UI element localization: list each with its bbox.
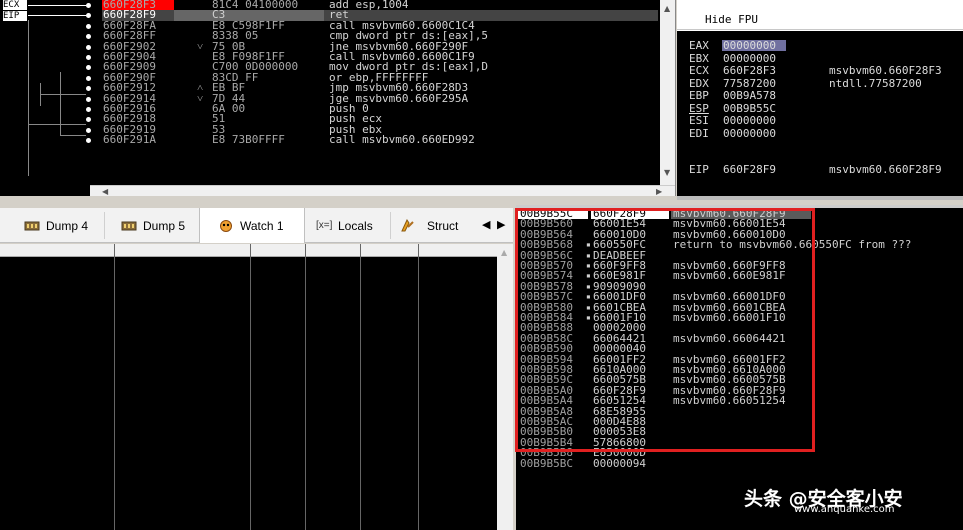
instruction-address: 660F291A [103, 133, 156, 147]
tab-dump-5[interactable]: Dump 5 [105, 208, 199, 243]
register-row[interactable]: EAX 00000000 [677, 40, 963, 52]
stack-row[interactable]: 00B9B5BC 00000094 [516, 456, 963, 470]
tab-label: Watch 1 [240, 219, 284, 233]
column-divider [114, 244, 115, 530]
registers-header[interactable]: Hide FPU [677, 0, 963, 30]
watch-dump-pane[interactable]: ▲ [0, 244, 513, 530]
scroll-up-icon[interactable]: ▲ [501, 248, 507, 257]
scroll-left-icon[interactable]: ◀ [102, 187, 108, 196]
register-name: ESP [689, 101, 709, 115]
dump-column-headers[interactable] [0, 244, 497, 257]
register-comment: ntdll.77587200 [829, 76, 922, 90]
register-value[interactable]: 77587200 [723, 77, 776, 90]
locals-icon: [x=] [316, 220, 333, 231]
bottom-tab-bar: Dump 4 Dump 5 Watch 1 [x=] Locals Struct… [0, 208, 513, 243]
column-divider [360, 244, 361, 530]
register-row[interactable]: EIP 660F28F9 msvbvm60.660F28F9 [677, 164, 963, 176]
tab-dump-4[interactable]: Dump 4 [0, 208, 104, 243]
register-comment: msvbvm60.660F28F3 [829, 64, 942, 77]
register-row[interactable]: ESP 00B9B55C [677, 101, 963, 115]
register-value[interactable]: 00B9A578 [723, 90, 776, 102]
tab-scroll-right-icon[interactable]: ▶ [497, 218, 505, 231]
memory-icon [121, 221, 137, 231]
column-divider [250, 244, 251, 530]
stack-address: 00B9B5BC [520, 456, 573, 470]
instruction-bytes: E8 73B0FFFF [212, 133, 285, 147]
disassembly-horizontal-scrollbar[interactable]: ◀ ▶ [90, 185, 675, 196]
register-name: EDX [689, 76, 709, 90]
register-value[interactable]: 660F28F9 [723, 164, 776, 176]
register-value[interactable]: 00000000 [723, 127, 776, 140]
breakpoint-dot[interactable] [86, 107, 91, 112]
breakpoint-dot[interactable] [86, 127, 91, 133]
tab-label: Locals [338, 219, 373, 233]
jump-direction-icon: ˅ [197, 39, 204, 53]
register-name: EDI [689, 126, 709, 140]
tab-scroll-left-icon[interactable]: ◀ [482, 218, 490, 231]
tab-locals[interactable]: [x=] Locals [306, 208, 390, 243]
watch-icon [220, 220, 232, 232]
instruction-text: call msvbvm60.660ED992 [329, 133, 475, 147]
register-value[interactable]: 00000000 [723, 115, 776, 127]
scroll-down-icon[interactable]: ▼ [664, 168, 670, 177]
register-name: EBP [689, 89, 709, 102]
registers-scrollbar[interactable] [677, 196, 963, 200]
struct-icon [401, 219, 414, 232]
register-value[interactable]: 660F28F3 [723, 65, 776, 77]
registers-list: EAX 00000000 EBX 00000000 ECX 660F28F3 msvbvm6… [677, 31, 963, 196]
register-row[interactable]: ESI 00000000 [677, 115, 963, 127]
register-row[interactable]: EDX 77587200 ntdll.77587200 [677, 76, 963, 90]
breakpoint-dot[interactable] [86, 44, 91, 50]
tab-label: Struct [427, 219, 459, 233]
register-name: ECX [689, 64, 709, 77]
hide-fpu-button[interactable]: Hide FPU [705, 13, 758, 26]
column-divider [305, 244, 306, 530]
highlight-annotation-box [515, 208, 815, 452]
register-name: EIP [689, 163, 709, 176]
disassembly-vertical-scrollbar[interactable]: ▲ ▼ [660, 0, 675, 185]
breakpoint-dot[interactable] [86, 3, 91, 8]
column-divider [418, 244, 419, 530]
register-comment: msvbvm60.660F28F9 [829, 163, 942, 176]
register-name: EAX [689, 39, 709, 52]
watermark: 头条 @安全客小安 www.anquanke.com [744, 484, 903, 515]
register-value[interactable]: 00B9B55C [723, 102, 776, 115]
memory-icon [24, 221, 40, 231]
tab-watch-1[interactable]: Watch 1 [199, 208, 305, 243]
jump-direction-icon: ˅ [197, 91, 204, 105]
tab-struct[interactable]: Struct [391, 208, 473, 243]
register-value[interactable]: 00000000 [723, 52, 776, 65]
register-row[interactable]: EBX 00000000 [677, 51, 963, 65]
scroll-up-icon[interactable]: ▲ [664, 4, 670, 13]
breakpoint-dot[interactable] [86, 55, 91, 60]
disassembly-pane[interactable]: ECX EIP 660F28F3 81C4 04100000 add esp,100… [0, 0, 676, 196]
disassembly-row[interactable]: 660F291A E8 73B0FFFF call msvbvm60.660ED99… [0, 133, 660, 147]
register-name: EBX [689, 51, 709, 65]
registers-pane[interactable]: Hide FPU EAX 00000000 EBX 00000000 ECX 660F28… [677, 0, 963, 200]
tab-label: Dump 5 [143, 219, 186, 233]
breakpoint-dot[interactable] [86, 96, 91, 102]
stack-value: 00000094 [593, 456, 646, 470]
register-name: ESI [689, 114, 709, 127]
breakpoint-dot[interactable] [86, 75, 91, 81]
register-value[interactable]: 00000000 [723, 40, 776, 52]
watermark-url: www.anquanke.com [794, 504, 895, 515]
scroll-right-icon[interactable]: ▶ [656, 187, 662, 196]
register-row[interactable]: ECX 660F28F3 msvbvm60.660F28F3 [677, 65, 963, 77]
register-row[interactable]: EDI 00000000 [677, 126, 963, 140]
tab-label: Dump 4 [46, 219, 89, 233]
register-row[interactable]: EBP 00B9A578 [677, 90, 963, 102]
breakpoint-dot[interactable] [86, 23, 91, 29]
dump-vertical-scrollbar[interactable]: ▲ [497, 244, 513, 530]
